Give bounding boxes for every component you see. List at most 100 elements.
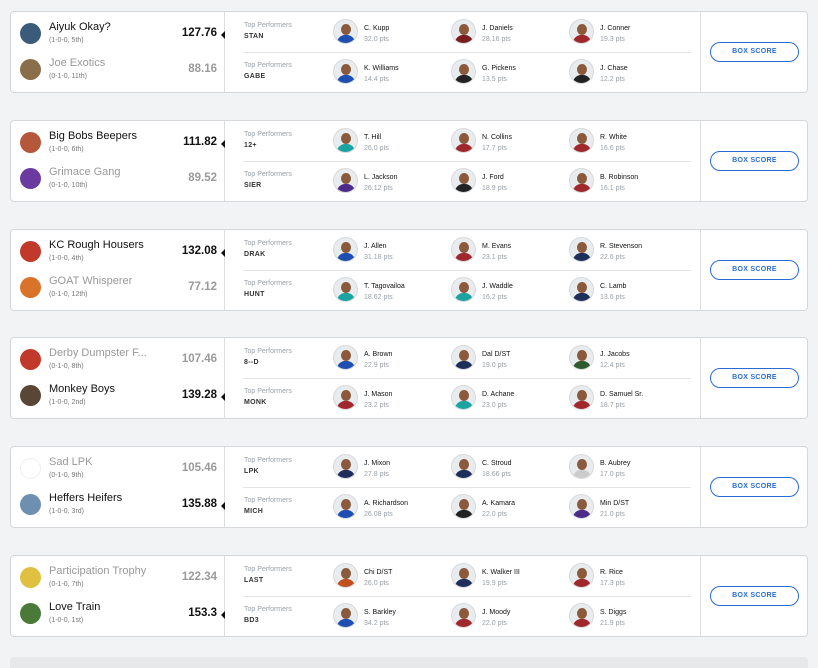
player-item[interactable]: S. Diggs 21.9 pts bbox=[569, 603, 699, 631]
player-name[interactable]: C. Lamb bbox=[600, 283, 626, 290]
team-row[interactable]: Monkey Boys (1-0-0, 2nd) 139.28 bbox=[20, 382, 225, 412]
player-name[interactable]: S. Barkley bbox=[364, 609, 396, 616]
player-item[interactable]: J. Waddle 16.2 pts bbox=[451, 277, 581, 305]
box-score-button[interactable]: BOX SCORE bbox=[710, 368, 799, 388]
player-name[interactable]: R. Stevenson bbox=[600, 243, 642, 250]
player-name[interactable]: C. Stroud bbox=[482, 460, 512, 467]
player-name[interactable]: A. Brown bbox=[364, 351, 392, 358]
player-name[interactable]: S. Diggs bbox=[600, 609, 626, 616]
player-item[interactable]: C. Stroud 18.66 pts bbox=[451, 454, 581, 482]
player-item[interactable]: D. Achane 23.0 pts bbox=[451, 385, 581, 413]
player-item[interactable]: A. Kamara 22.0 pts bbox=[451, 494, 581, 522]
player-name[interactable]: Chi D/ST bbox=[364, 569, 392, 576]
player-item[interactable]: R. White 16.6 pts bbox=[569, 128, 699, 156]
player-item[interactable]: C. Kupp 32.0 pts bbox=[333, 19, 463, 47]
box-score-button[interactable]: BOX SCORE bbox=[710, 151, 799, 171]
player-name[interactable]: B. Aubrey bbox=[600, 460, 630, 467]
player-name[interactable]: T. Tagovailoa bbox=[364, 283, 405, 290]
team-row[interactable]: Participation Trophy (0-1-0, 7th) 122.34 bbox=[20, 564, 225, 594]
player-item[interactable]: R. Rice 17.3 pts bbox=[569, 563, 699, 591]
team-row[interactable]: Love Train (1-0-0, 1st) 153.3 bbox=[20, 600, 225, 630]
team-name[interactable]: Grimace Gang bbox=[49, 166, 121, 178]
team-row[interactable]: Joe Exotics (0-1-0, 11th) 88.16 bbox=[20, 56, 225, 86]
team-name[interactable]: Big Bobs Beepers bbox=[49, 130, 137, 142]
player-name[interactable]: N. Collins bbox=[482, 134, 512, 141]
player-name[interactable]: J. Conner bbox=[600, 25, 630, 32]
player-name[interactable]: R. White bbox=[600, 134, 627, 141]
team-row[interactable]: Sad LPK (0-1-0, 9th) 105.46 bbox=[20, 455, 225, 485]
player-item[interactable]: G. Pickens 13.5 pts bbox=[451, 59, 581, 87]
player-name[interactable]: J. Chase bbox=[600, 65, 628, 72]
player-name[interactable]: T. Hill bbox=[364, 134, 381, 141]
player-item[interactable]: B. Aubrey 17.0 pts bbox=[569, 454, 699, 482]
player-name[interactable]: J. Daniels bbox=[482, 25, 513, 32]
player-item[interactable]: Min D/ST 21.0 pts bbox=[569, 494, 699, 522]
team-row[interactable]: Aiyuk Okay? (1-0-0, 5th) 127.76 bbox=[20, 20, 225, 50]
player-name[interactable]: A. Kamara bbox=[482, 500, 515, 507]
player-item[interactable]: M. Evans 23.1 pts bbox=[451, 237, 581, 265]
team-name[interactable]: Joe Exotics bbox=[49, 57, 105, 69]
player-item[interactable]: Chi D/ST 26.0 pts bbox=[333, 563, 463, 591]
player-name[interactable]: J. Waddle bbox=[482, 283, 513, 290]
player-name[interactable]: K. Williams bbox=[364, 65, 399, 72]
player-name[interactable]: Dal D/ST bbox=[482, 351, 510, 358]
player-name[interactable]: R. Rice bbox=[600, 569, 623, 576]
player-item[interactable]: K. Williams 14.4 pts bbox=[333, 59, 463, 87]
box-score-button[interactable]: BOX SCORE bbox=[710, 477, 799, 497]
player-name[interactable]: D. Samuel Sr. bbox=[600, 391, 643, 398]
team-name[interactable]: Monkey Boys bbox=[49, 383, 115, 395]
player-item[interactable]: J. Daniels 28.16 pts bbox=[451, 19, 581, 47]
team-row[interactable]: Grimace Gang (0-1-0, 10th) 89.52 bbox=[20, 165, 225, 195]
box-score-button[interactable]: BOX SCORE bbox=[710, 42, 799, 62]
player-item[interactable]: A. Richardson 26.08 pts bbox=[333, 494, 463, 522]
player-name[interactable]: J. Moody bbox=[482, 609, 510, 616]
player-name[interactable]: L. Jackson bbox=[364, 174, 397, 181]
player-item[interactable]: L. Jackson 26.12 pts bbox=[333, 168, 463, 196]
player-name[interactable]: C. Kupp bbox=[364, 25, 389, 32]
player-item[interactable]: A. Brown 22.9 pts bbox=[333, 345, 463, 373]
box-score-button[interactable]: BOX SCORE bbox=[710, 586, 799, 606]
player-item[interactable]: Dal D/ST 19.0 pts bbox=[451, 345, 581, 373]
team-row[interactable]: KC Rough Housers (1-0-0, 4th) 132.08 bbox=[20, 238, 225, 268]
player-item[interactable]: S. Barkley 34.2 pts bbox=[333, 603, 463, 631]
player-item[interactable]: J. Moody 22.0 pts bbox=[451, 603, 581, 631]
box-score-button[interactable]: BOX SCORE bbox=[710, 260, 799, 280]
player-name[interactable]: Min D/ST bbox=[600, 500, 629, 507]
team-name[interactable]: Sad LPK bbox=[49, 456, 92, 468]
player-item[interactable]: T. Hill 26.0 pts bbox=[333, 128, 463, 156]
team-row[interactable]: Heffers Heifers (1-0-0, 3rd) 135.88 bbox=[20, 491, 225, 521]
team-name[interactable]: Love Train bbox=[49, 601, 100, 613]
player-item[interactable]: J. Mason 23.2 pts bbox=[333, 385, 463, 413]
player-item[interactable]: D. Samuel Sr. 18.7 pts bbox=[569, 385, 699, 413]
player-item[interactable]: B. Robinson 16.1 pts bbox=[569, 168, 699, 196]
player-item[interactable]: J. Mixon 27.8 pts bbox=[333, 454, 463, 482]
team-row[interactable]: Big Bobs Beepers (1-0-0, 6th) 111.82 bbox=[20, 129, 225, 159]
team-name[interactable]: Participation Trophy bbox=[49, 565, 146, 577]
player-item[interactable]: J. Conner 19.3 pts bbox=[569, 19, 699, 47]
player-item[interactable]: C. Lamb 13.6 pts bbox=[569, 277, 699, 305]
team-row[interactable]: Derby Dumpster F... (0-1-0, 8th) 107.46 bbox=[20, 346, 225, 376]
player-item[interactable]: R. Stevenson 22.6 pts bbox=[569, 237, 699, 265]
player-name[interactable]: G. Pickens bbox=[482, 65, 516, 72]
player-name[interactable]: J. Mason bbox=[364, 391, 392, 398]
player-name[interactable]: D. Achane bbox=[482, 391, 514, 398]
team-name[interactable]: Heffers Heifers bbox=[49, 492, 122, 504]
team-name[interactable]: Derby Dumpster F... bbox=[49, 347, 147, 359]
player-item[interactable]: J. Jacobs 12.4 pts bbox=[569, 345, 699, 373]
player-name[interactable]: J. Mixon bbox=[364, 460, 390, 467]
player-name[interactable]: K. Walker III bbox=[482, 569, 520, 576]
team-name[interactable]: KC Rough Housers bbox=[49, 239, 144, 251]
player-item[interactable]: J. Chase 12.2 pts bbox=[569, 59, 699, 87]
player-item[interactable]: J. Ford 18.9 pts bbox=[451, 168, 581, 196]
player-name[interactable]: A. Richardson bbox=[364, 500, 408, 507]
team-name[interactable]: Aiyuk Okay? bbox=[49, 21, 111, 33]
team-name[interactable]: GOAT Whisperer bbox=[49, 275, 132, 287]
team-row[interactable]: GOAT Whisperer (0-1-0, 12th) 77.12 bbox=[20, 274, 225, 304]
player-item[interactable]: T. Tagovailoa 18.62 pts bbox=[333, 277, 463, 305]
player-name[interactable]: J. Ford bbox=[482, 174, 504, 181]
player-name[interactable]: M. Evans bbox=[482, 243, 511, 250]
player-item[interactable]: N. Collins 17.7 pts bbox=[451, 128, 581, 156]
player-item[interactable]: K. Walker III 19.9 pts bbox=[451, 563, 581, 591]
player-name[interactable]: J. Allen bbox=[364, 243, 387, 250]
player-name[interactable]: J. Jacobs bbox=[600, 351, 630, 358]
